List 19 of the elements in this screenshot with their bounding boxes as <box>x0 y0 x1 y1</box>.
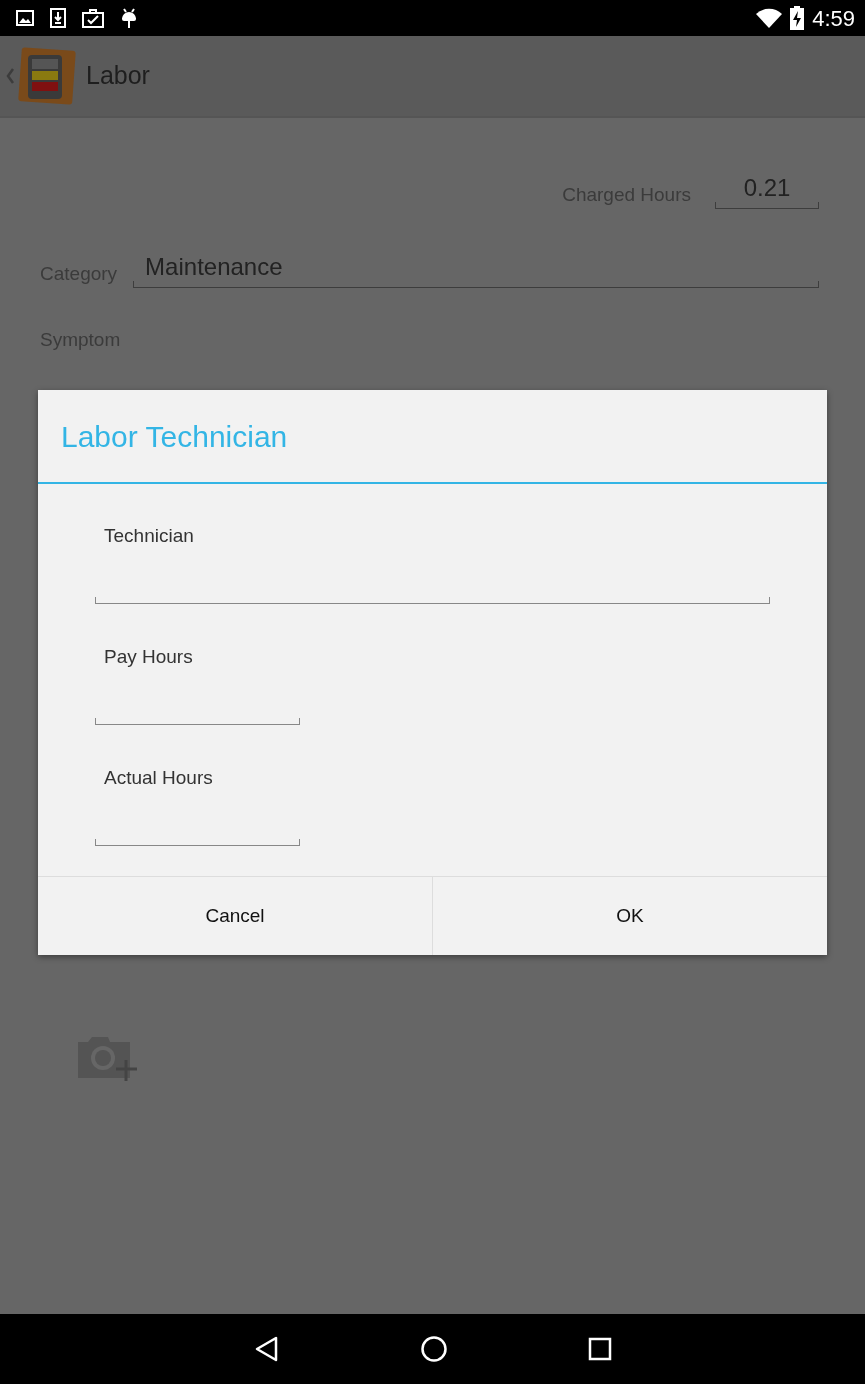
ok-button[interactable]: OK <box>432 877 827 955</box>
back-caret-icon <box>4 66 16 86</box>
field-label: Actual Hours <box>103 766 214 790</box>
battery-charging-icon <box>790 6 805 30</box>
wifi-icon <box>756 8 783 28</box>
image-icon <box>16 10 34 26</box>
field-label: Pay Hours <box>103 645 194 669</box>
clock-time: 4:59 <box>812 4 855 33</box>
back-icon[interactable] <box>253 1336 280 1362</box>
android-icon <box>120 7 138 29</box>
cancel-button[interactable]: Cancel <box>38 877 432 955</box>
dialog-title: Labor Technician <box>61 418 288 455</box>
home-icon[interactable] <box>419 1335 448 1363</box>
briefcase-check-icon <box>82 8 104 28</box>
screen-title: Labor <box>86 60 150 92</box>
overview-icon[interactable] <box>587 1337 612 1361</box>
add-photo-icon <box>76 1034 138 1082</box>
download-icon <box>50 8 66 28</box>
field-label: Technician <box>103 524 195 548</box>
